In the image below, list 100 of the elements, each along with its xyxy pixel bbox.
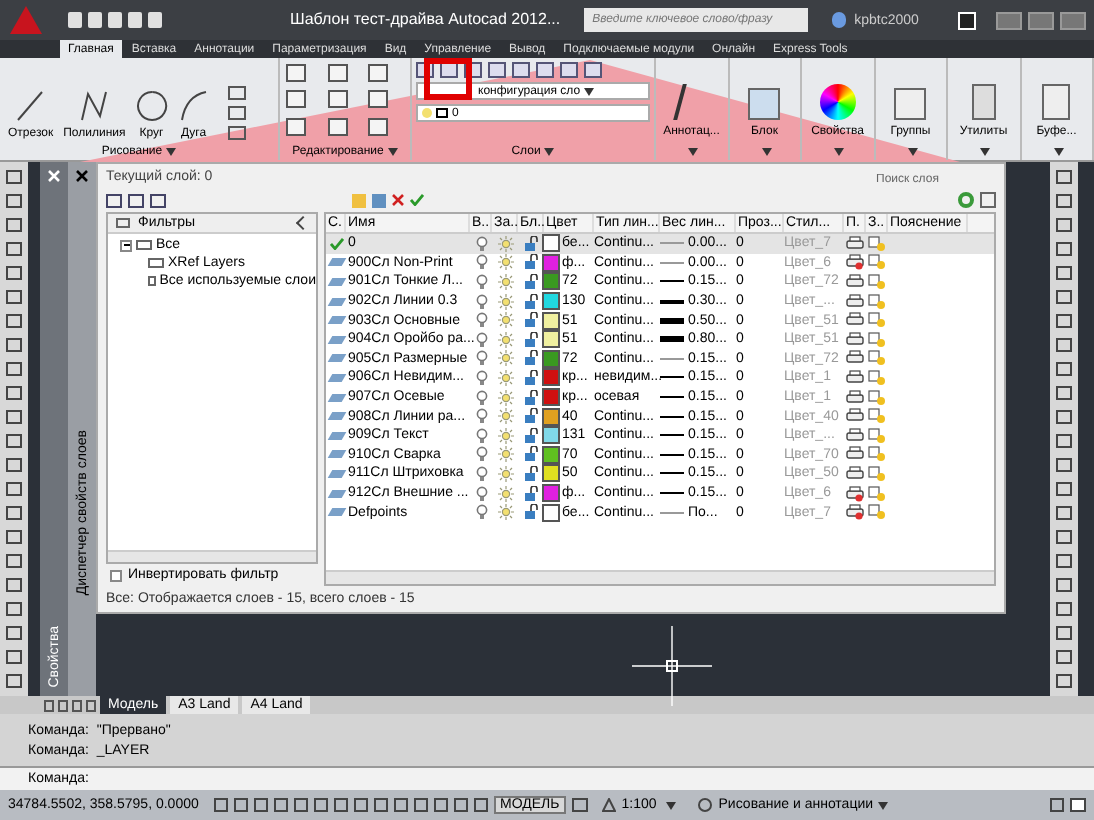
bulb-icon[interactable] bbox=[475, 273, 487, 290]
unlocked-icon[interactable] bbox=[523, 235, 539, 252]
caret-icon[interactable] bbox=[666, 801, 677, 809]
color-swatch[interactable] bbox=[544, 351, 558, 366]
sun-icon[interactable] bbox=[497, 485, 513, 502]
sun-icon[interactable] bbox=[497, 504, 513, 521]
printer-icon[interactable] bbox=[846, 446, 864, 463]
sun-icon[interactable] bbox=[497, 427, 513, 444]
viewport-icon[interactable] bbox=[571, 798, 588, 812]
unlocked-icon[interactable] bbox=[523, 369, 539, 386]
expander-icon[interactable] bbox=[120, 239, 132, 251]
bulb-icon[interactable] bbox=[475, 293, 487, 310]
caret-icon[interactable] bbox=[584, 87, 595, 95]
restore-button[interactable] bbox=[1028, 11, 1054, 29]
unlocked-icon[interactable] bbox=[523, 446, 539, 463]
color-swatch[interactable] bbox=[544, 486, 558, 501]
printer-icon[interactable] bbox=[846, 331, 864, 348]
printer-icon[interactable] bbox=[846, 408, 864, 425]
color-swatch[interactable] bbox=[544, 274, 558, 289]
printer-icon[interactable] bbox=[846, 465, 864, 482]
bulb-icon[interactable] bbox=[475, 350, 487, 367]
new-vp-layer-icon[interactable] bbox=[372, 193, 386, 207]
color-swatch[interactable] bbox=[544, 370, 558, 385]
bulb-icon[interactable] bbox=[475, 389, 487, 406]
minimize-button[interactable] bbox=[996, 11, 1022, 29]
caret-icon[interactable] bbox=[387, 148, 398, 156]
current-layer-icon[interactable] bbox=[329, 237, 343, 250]
caret-icon[interactable] bbox=[1053, 148, 1064, 156]
sun-icon[interactable] bbox=[497, 273, 513, 290]
caret-icon[interactable] bbox=[166, 148, 177, 156]
sun-icon[interactable] bbox=[497, 389, 513, 406]
modify-tool-icon[interactable] bbox=[368, 64, 389, 82]
sun-icon[interactable] bbox=[497, 446, 513, 463]
no-print-icon[interactable] bbox=[846, 504, 864, 521]
caret-icon[interactable] bbox=[834, 148, 845, 156]
sun-icon[interactable] bbox=[497, 312, 513, 329]
caret-icon[interactable] bbox=[761, 148, 772, 156]
caret-icon[interactable] bbox=[980, 148, 991, 156]
color-swatch[interactable] bbox=[544, 428, 558, 443]
color-swatch[interactable] bbox=[544, 313, 558, 328]
bulb-icon[interactable] bbox=[475, 465, 487, 482]
color-swatch[interactable] bbox=[544, 332, 558, 347]
modify-tool-icon[interactable] bbox=[368, 90, 389, 109]
bulb-icon[interactable] bbox=[475, 235, 487, 252]
sun-icon[interactable] bbox=[497, 293, 513, 310]
no-print-icon[interactable] bbox=[846, 485, 864, 502]
caret-icon[interactable] bbox=[544, 148, 555, 156]
bulb-icon[interactable] bbox=[475, 504, 487, 521]
bulb-icon[interactable] bbox=[475, 427, 487, 444]
unlocked-icon[interactable] bbox=[523, 427, 539, 444]
color-swatch[interactable] bbox=[544, 447, 558, 462]
modify-tool-icon[interactable] bbox=[327, 64, 348, 82]
unlocked-icon[interactable] bbox=[523, 350, 539, 367]
unlocked-icon[interactable] bbox=[523, 254, 539, 271]
unlocked-icon[interactable] bbox=[523, 331, 539, 348]
color-swatch[interactable] bbox=[544, 255, 558, 270]
unlocked-icon[interactable] bbox=[523, 485, 539, 502]
sun-icon[interactable] bbox=[497, 408, 513, 425]
close-button[interactable] bbox=[1060, 11, 1086, 29]
caret-icon[interactable] bbox=[688, 148, 699, 156]
modify-tool-icon[interactable] bbox=[327, 90, 348, 109]
bulb-icon[interactable] bbox=[475, 446, 487, 463]
annotation-scale-icon[interactable] bbox=[601, 798, 616, 812]
bulb-icon[interactable] bbox=[475, 254, 487, 271]
unlocked-icon[interactable] bbox=[523, 408, 539, 425]
user-icon[interactable] bbox=[832, 12, 847, 28]
unlocked-icon[interactable] bbox=[523, 504, 539, 521]
bulb-icon[interactable] bbox=[475, 485, 487, 502]
printer-icon[interactable] bbox=[846, 273, 864, 290]
printer-icon[interactable] bbox=[846, 312, 864, 329]
set-current-icon[interactable] bbox=[410, 194, 424, 206]
unlocked-icon[interactable] bbox=[523, 389, 539, 406]
sun-icon[interactable] bbox=[497, 350, 513, 367]
sun-icon[interactable] bbox=[497, 465, 513, 482]
printer-icon[interactable] bbox=[846, 389, 864, 406]
printer-icon[interactable] bbox=[846, 293, 864, 310]
bulb-icon[interactable] bbox=[475, 312, 487, 329]
printer-icon[interactable] bbox=[846, 235, 864, 252]
color-swatch[interactable] bbox=[544, 466, 558, 481]
delete-icon[interactable] bbox=[392, 194, 404, 206]
caret-icon[interactable] bbox=[877, 801, 888, 809]
horizontal-scrollbar[interactable] bbox=[108, 550, 316, 562]
horizontal-scrollbar[interactable] bbox=[326, 570, 994, 584]
color-swatch[interactable] bbox=[544, 390, 558, 405]
bulb-icon[interactable] bbox=[475, 408, 487, 425]
caret-icon[interactable] bbox=[907, 148, 918, 156]
printer-icon[interactable] bbox=[846, 369, 864, 386]
color-swatch[interactable] bbox=[544, 294, 558, 309]
no-print-icon[interactable] bbox=[846, 254, 864, 271]
sun-icon[interactable] bbox=[497, 369, 513, 386]
bulb-icon[interactable] bbox=[475, 369, 487, 386]
close-icon[interactable] bbox=[76, 170, 88, 182]
color-swatch[interactable] bbox=[544, 409, 558, 424]
unlocked-icon[interactable] bbox=[523, 273, 539, 290]
unlocked-icon[interactable] bbox=[523, 312, 539, 329]
sun-icon[interactable] bbox=[497, 331, 513, 348]
printer-icon[interactable] bbox=[846, 350, 864, 367]
color-swatch[interactable] bbox=[544, 236, 558, 251]
unlocked-icon[interactable] bbox=[523, 293, 539, 310]
printer-icon[interactable] bbox=[846, 427, 864, 444]
